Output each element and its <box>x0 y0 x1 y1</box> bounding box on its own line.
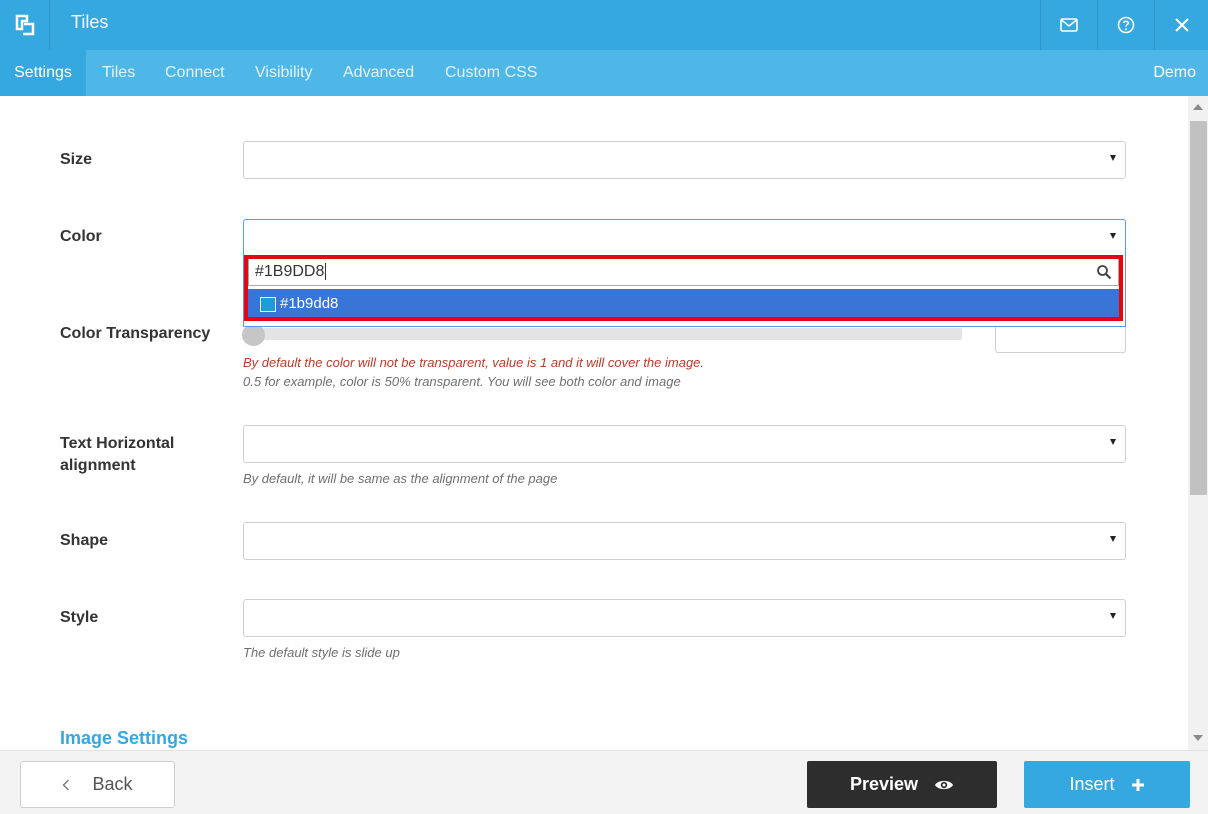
preview-button[interactable]: Preview <box>807 761 997 808</box>
size-label: Size <box>60 151 93 168</box>
help-button[interactable] <box>1097 0 1153 50</box>
app-title: Tiles <box>71 12 109 32</box>
text-alignment-label: Text Horizontal alignment <box>60 433 174 477</box>
style-select[interactable] <box>243 599 1126 637</box>
tab-settings[interactable]: Settings <box>0 50 86 96</box>
tab-connect[interactable]: Connect <box>165 50 225 96</box>
color-select[interactable] <box>243 219 1126 257</box>
size-select[interactable] <box>243 141 1126 179</box>
style-help: The default style is slide up <box>243 645 400 660</box>
demo-link[interactable]: Demo <box>1153 50 1196 96</box>
tab-custom-css[interactable]: Custom CSS <box>445 50 537 96</box>
color-transparency-label: Color Transparency <box>60 325 211 342</box>
transparency-help-text: 0.5 for example, color is 50% transparen… <box>243 374 681 389</box>
text-alignment-help: By default, it will be same as the align… <box>243 471 558 486</box>
scroll-down-arrow-icon[interactable] <box>1193 735 1203 741</box>
help-icon <box>1117 16 1134 34</box>
style-label: Style <box>60 609 99 626</box>
text-alignment-label-line2: alignment <box>60 457 136 474</box>
annotation-highlight-box <box>244 255 1123 321</box>
shape-label: Shape <box>60 532 109 549</box>
close-button[interactable] <box>1154 0 1208 50</box>
tab-tiles[interactable]: Tiles <box>102 50 135 96</box>
plus-icon <box>1131 778 1144 791</box>
image-settings-title: Image Settings <box>60 728 189 748</box>
mail-icon <box>1059 18 1078 32</box>
tab-advanced[interactable]: Advanced <box>343 50 414 96</box>
tab-bar: Settings Tiles Connect Visibility Advanc… <box>0 50 1208 96</box>
insert-button[interactable]: Insert <box>1024 761 1190 808</box>
text-alignment-label-line1: Text Horizontal <box>60 435 175 452</box>
text-alignment-select[interactable] <box>243 425 1126 463</box>
chevron-down-icon <box>1110 613 1116 619</box>
chevron-down-icon <box>1110 155 1116 161</box>
eye-icon <box>935 780 954 789</box>
transparency-slider-handle[interactable] <box>242 324 265 346</box>
back-button[interactable]: Back <box>20 761 175 808</box>
scroll-up-arrow-icon[interactable] <box>1193 104 1203 110</box>
shape-select[interactable] <box>243 522 1126 560</box>
chevron-down-icon <box>1110 439 1116 445</box>
chevron-down-icon <box>1110 233 1116 239</box>
top-bar: Tiles <box>0 0 1208 50</box>
preview-label: Preview <box>849 774 919 794</box>
transparency-slider-track[interactable] <box>243 328 962 340</box>
close-icon <box>1174 18 1189 32</box>
chevron-left-icon <box>62 779 70 790</box>
chevron-down-icon <box>1110 536 1116 542</box>
color-label: Color <box>60 228 102 245</box>
back-label: Back <box>92 774 133 794</box>
transparency-help-warning: By default the color will not be transpa… <box>243 355 705 370</box>
brand-logo-icon <box>0 0 50 50</box>
mail-button[interactable] <box>1040 0 1096 50</box>
insert-label: Insert <box>1069 774 1115 794</box>
tab-visibility[interactable]: Visibility <box>255 50 313 96</box>
scrollbar-thumb[interactable] <box>1190 121 1207 495</box>
